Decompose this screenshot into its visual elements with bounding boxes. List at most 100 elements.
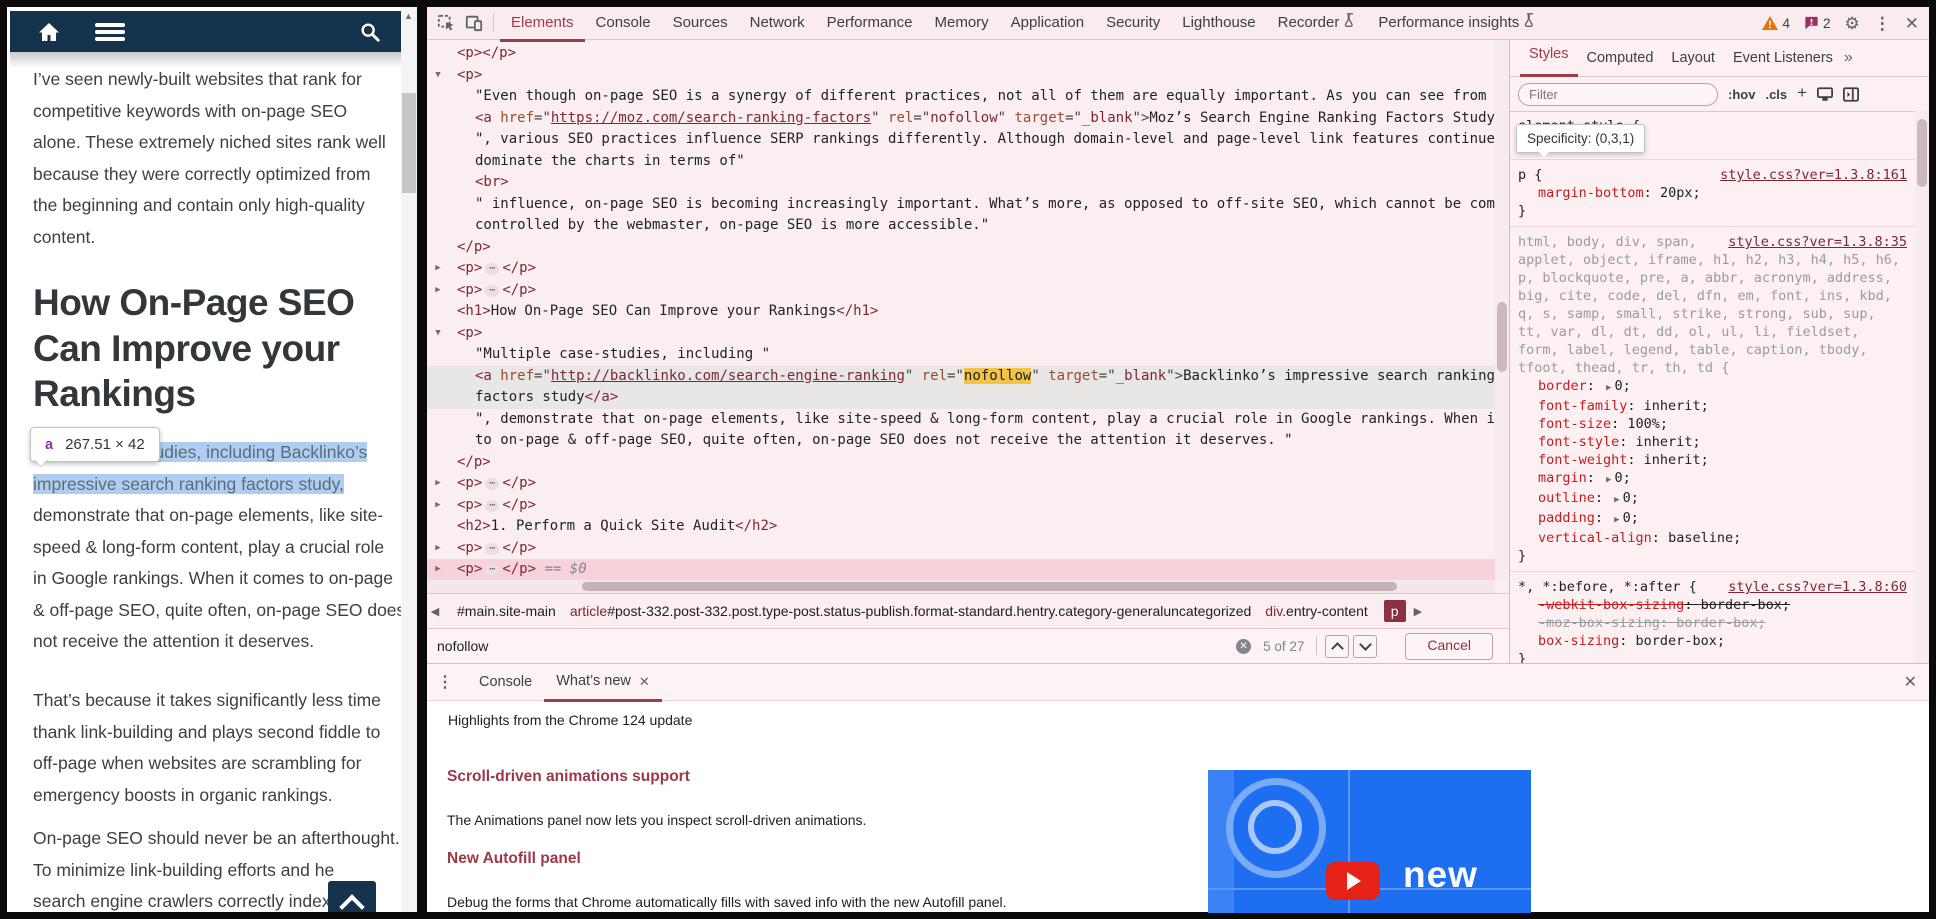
tab-performance-insights[interactable]: Performance insights bbox=[1367, 7, 1547, 39]
css-source-link[interactable]: style.css?ver=1.3.8:60 bbox=[1728, 578, 1907, 596]
hamburger-menu-icon[interactable] bbox=[95, 23, 125, 41]
code-line[interactable]: ", demonstrate that on-page elements, li… bbox=[427, 409, 1495, 431]
css-source-link[interactable]: style.css?ver=1.3.8:161 bbox=[1720, 166, 1907, 184]
expand-arrow-icon[interactable]: ▶ bbox=[431, 258, 445, 280]
code-line[interactable]: " influence, on-page SEO is becoming inc… bbox=[427, 194, 1495, 216]
warnings-badge[interactable]: 4 bbox=[1762, 16, 1790, 31]
expand-arrow-icon[interactable]: ▶ bbox=[1614, 495, 1619, 505]
styles-scrollbar[interactable] bbox=[1915, 111, 1929, 663]
code-line[interactable]: ▶<p>⋯</p> bbox=[427, 473, 1495, 495]
drawer-tab-console[interactable]: Console bbox=[467, 664, 544, 699]
tab-performance[interactable]: Performance bbox=[816, 7, 924, 39]
breadcrumb-scroll-right-icon[interactable]: ▶ bbox=[1414, 605, 1422, 618]
inline-expand-button[interactable]: ⋯ bbox=[485, 263, 499, 275]
tab-security[interactable]: Security bbox=[1095, 7, 1171, 39]
next-match-button[interactable] bbox=[1353, 635, 1377, 658]
home-icon[interactable] bbox=[37, 20, 61, 44]
page-scrollbar[interactable]: ▲ bbox=[401, 7, 417, 912]
rendering-icon[interactable] bbox=[1817, 87, 1833, 102]
expand-arrow-icon[interactable]: ▶ bbox=[1614, 515, 1619, 525]
code-line[interactable]: ▼<p> bbox=[427, 65, 1495, 87]
previous-match-button[interactable] bbox=[1325, 635, 1349, 658]
css-property[interactable]: font-style: inherit; bbox=[1518, 433, 1907, 451]
hover-state-toggle[interactable]: :hov bbox=[1728, 87, 1755, 102]
scrollbar-thumb[interactable] bbox=[1497, 302, 1507, 372]
attribute-link[interactable]: https://moz.com/search-ranking-factors bbox=[551, 110, 871, 126]
expand-arrow-icon[interactable]: ▶ bbox=[1606, 383, 1611, 393]
css-source-link[interactable]: style.css?ver=1.3.8:35 bbox=[1728, 233, 1907, 251]
search-input[interactable]: nofollow bbox=[427, 638, 1236, 654]
css-property[interactable]: margin-bottom: 20px; bbox=[1518, 184, 1907, 202]
more-options-icon[interactable]: ⋮ bbox=[1874, 15, 1891, 32]
elements-horizontal-scrollbar[interactable] bbox=[427, 580, 1495, 593]
sidebar-tab-layout[interactable]: Layout bbox=[1662, 41, 1724, 76]
expand-arrow-icon[interactable]: ▶ bbox=[1606, 475, 1611, 485]
breadcrumb-item[interactable]: #main.site-main bbox=[457, 603, 556, 619]
css-property[interactable]: vertical-align: baseline; bbox=[1518, 529, 1907, 547]
video-thumbnail[interactable]: new bbox=[1208, 770, 1531, 913]
code-line[interactable]: <h1>How On-Page SEO Can Improve your Ran… bbox=[427, 301, 1495, 323]
code-line[interactable]: <h2>1. Perform a Quick Site Audit</h2> bbox=[427, 516, 1495, 538]
scrollbar-thumb[interactable] bbox=[582, 582, 1397, 591]
code-line[interactable]: dominate the charts in terms of" bbox=[427, 151, 1495, 173]
css-property[interactable]: margin: ▶0; bbox=[1518, 469, 1907, 489]
code-line[interactable]: <a href="https://moz.com/search-ranking-… bbox=[427, 108, 1495, 130]
expand-arrow-icon[interactable]: ▶ bbox=[431, 280, 445, 302]
issues-badge[interactable]: 2 bbox=[1804, 16, 1831, 31]
expand-arrow-icon[interactable]: ▼ bbox=[431, 65, 445, 87]
more-tabs-icon[interactable]: » bbox=[1844, 49, 1853, 67]
css-property[interactable]: -webkit-box-sizing: border-box; bbox=[1518, 596, 1907, 614]
class-toggle[interactable]: .cls bbox=[1765, 87, 1787, 102]
css-rule[interactable]: *, *:before, *:after {style.css?ver=1.3.… bbox=[1510, 572, 1915, 663]
code-line[interactable]: </p> bbox=[427, 237, 1495, 259]
scrollbar-thumb[interactable] bbox=[402, 93, 416, 193]
close-devtools-icon[interactable]: ✕ bbox=[1905, 15, 1919, 32]
tab-close-icon[interactable]: ✕ bbox=[639, 666, 650, 697]
dock-sidebar-icon[interactable] bbox=[1843, 87, 1859, 102]
css-property[interactable]: padding: ▶0; bbox=[1518, 509, 1907, 529]
tab-application[interactable]: Application bbox=[1000, 7, 1095, 39]
expand-arrow-icon[interactable]: ▶ bbox=[431, 495, 445, 517]
code-line[interactable]: ▶<p>⋯</p> bbox=[427, 280, 1495, 302]
css-property[interactable]: font-weight: inherit; bbox=[1518, 451, 1907, 469]
css-property[interactable]: outline: ▶0; bbox=[1518, 489, 1907, 509]
tab-recorder[interactable]: Recorder bbox=[1267, 7, 1368, 39]
drawer-menu-icon[interactable]: ⋮ bbox=[437, 672, 453, 692]
code-line[interactable]: "Multiple case-studies, including " bbox=[427, 344, 1495, 366]
tab-elements[interactable]: Elements bbox=[500, 7, 585, 42]
sidebar-tab-event-listeners[interactable]: Event Listeners bbox=[1724, 41, 1842, 76]
elements-scrollbar[interactable] bbox=[1495, 40, 1509, 580]
new-style-rule-icon[interactable]: + bbox=[1797, 83, 1807, 103]
code-line[interactable]: <a href="http://backlinko.com/search-eng… bbox=[427, 366, 1495, 388]
expand-arrow-icon[interactable]: ▶ bbox=[431, 538, 445, 560]
attribute-link[interactable]: http://backlinko.com/search-engine-ranki… bbox=[551, 368, 905, 384]
tab-sources[interactable]: Sources bbox=[662, 7, 739, 39]
code-line[interactable]: ▶<p>⋯</p> bbox=[427, 258, 1495, 280]
scrollbar-up-icon[interactable]: ▲ bbox=[404, 11, 413, 21]
device-toolbar-icon[interactable] bbox=[463, 13, 485, 33]
code-line[interactable]: ▼<p> bbox=[427, 323, 1495, 345]
code-line[interactable]: "Even though on-page SEO is a synergy of… bbox=[427, 86, 1495, 108]
tab-network[interactable]: Network bbox=[739, 7, 816, 39]
tab-console[interactable]: Console bbox=[585, 7, 662, 39]
drawer-close-icon[interactable]: ✕ bbox=[1904, 672, 1917, 692]
css-rule[interactable]: p {style.css?ver=1.3.8:161margin-bottom:… bbox=[1510, 160, 1915, 227]
css-property[interactable]: border: ▶0; bbox=[1518, 377, 1907, 397]
inline-expand-button[interactable]: ⋯ bbox=[485, 478, 499, 490]
cancel-button[interactable]: Cancel bbox=[1405, 633, 1493, 660]
drawer-tab-what-s-new[interactable]: What’s new✕ bbox=[544, 664, 662, 702]
code-line[interactable]: <br> bbox=[427, 172, 1495, 194]
filter-input[interactable]: Filter bbox=[1518, 83, 1718, 106]
inline-expand-button[interactable]: ⋯ bbox=[485, 500, 499, 512]
css-property[interactable]: -moz-box-sizing: border-box; bbox=[1518, 614, 1907, 632]
inline-expand-button[interactable]: ⋯ bbox=[485, 285, 499, 297]
css-file-link[interactable]: style.css?ver=1.3.8:161 bbox=[1720, 167, 1907, 183]
css-property[interactable]: font-size: 100%; bbox=[1518, 415, 1907, 433]
code-line[interactable]: ▶<p>⋯</p> bbox=[427, 538, 1495, 560]
css-rule[interactable]: html, body, div, span,style.css?ver=1.3.… bbox=[1510, 227, 1915, 572]
tab-lighthouse[interactable]: Lighthouse bbox=[1171, 7, 1266, 39]
code-line[interactable]: <p></p> bbox=[427, 43, 1495, 65]
css-file-link[interactable]: style.css?ver=1.3.8:35 bbox=[1728, 234, 1907, 250]
sidebar-tab-computed[interactable]: Computed bbox=[1578, 41, 1663, 76]
inspect-icon[interactable] bbox=[435, 13, 457, 33]
